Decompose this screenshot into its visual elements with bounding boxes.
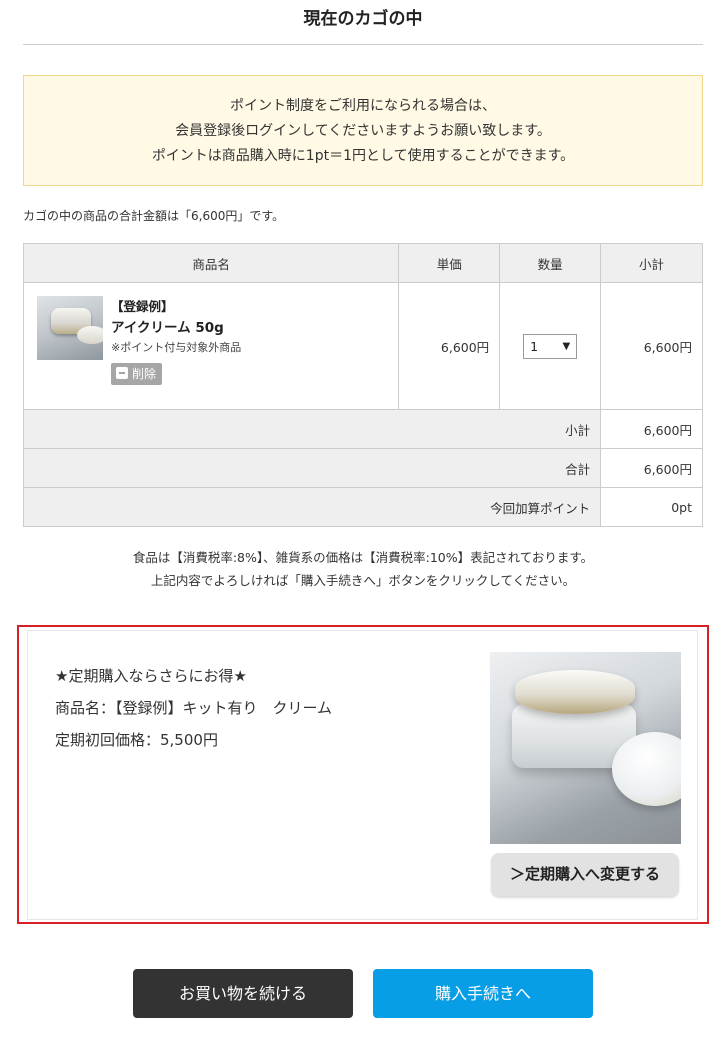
checkout-button[interactable]: 購入手続きへ bbox=[373, 969, 593, 1018]
item-cell: 【登録例】 アイクリーム 50g ※ポイント付与対象外商品 削除 bbox=[22, 282, 400, 410]
point-notice: ポイント制度をご利用になられる場合は、 会員登録後ログインしてくださいますようお… bbox=[23, 75, 703, 186]
summary-row-total: 合計 6,600円 bbox=[22, 448, 703, 488]
tax-note: 食品は【消費税率:8%】、雑貨系の価格は【消費税率:10%】表記されております。… bbox=[23, 546, 703, 592]
summary-total-value: 6,600円 bbox=[600, 448, 703, 488]
continue-shopping-button[interactable]: お買い物を続ける bbox=[133, 969, 353, 1018]
header-unit-price: 単価 bbox=[398, 243, 501, 283]
tax-note-line-1: 食品は【消費税率:8%】、雑貨系の価格は【消費税率:10%】表記されております。 bbox=[132, 550, 594, 565]
page-title: 現在のカゴの中 bbox=[23, 0, 703, 45]
quantity-select[interactable]: 1 ▼ bbox=[523, 333, 578, 359]
summary-points-label: 今回加算ポイント bbox=[22, 487, 602, 527]
summary-subtotal-value: 6,600円 bbox=[600, 409, 703, 449]
tax-note-line-2: 上記内容でよろしければ「購入手続きへ」ボタンをクリックしてください。 bbox=[150, 573, 576, 588]
minus-icon bbox=[116, 367, 128, 379]
notice-line-1: ポイント制度をご利用になられる場合は、 bbox=[230, 98, 496, 114]
summary-row-subtotal: 小計 6,600円 bbox=[22, 409, 703, 449]
item-name[interactable]: アイクリーム 50g bbox=[111, 317, 241, 339]
item-unit-price: 6,600円 bbox=[398, 282, 501, 410]
notice-line-3: ポイントは商品購入時に1pt＝1円として使用することができます。 bbox=[151, 148, 575, 164]
qty-cell: 1 ▼ bbox=[499, 282, 602, 410]
header-quantity: 数量 bbox=[499, 243, 602, 283]
change-to-subscription-button[interactable]: ＞定期購入へ変更する bbox=[491, 853, 679, 896]
header-subtotal: 小計 bbox=[600, 243, 703, 283]
item-note: ※ポイント付与対象外商品 bbox=[111, 341, 242, 354]
promo-headline: ★定期購入ならさらにお得★ bbox=[55, 667, 247, 685]
summary-total-label: 合計 bbox=[22, 448, 602, 488]
item-tag: 【登録例】 bbox=[111, 299, 174, 314]
quantity-value: 1 bbox=[530, 338, 539, 354]
promo-text: ★定期購入ならさらにお得★ 商品名：【登録例】キット有り クリーム 定期初回価格… bbox=[55, 660, 332, 756]
promo-price: 定期初回価格：5,500円 bbox=[55, 731, 218, 749]
delete-label: 削除 bbox=[132, 367, 157, 381]
promo-product: 商品名：【登録例】キット有り クリーム bbox=[55, 699, 333, 717]
notice-line-2: 会員登録後ログインしてくださいますようお願い致します。 bbox=[175, 123, 551, 139]
table-row: 【登録例】 アイクリーム 50g ※ポイント付与対象外商品 削除 6,600円 … bbox=[22, 282, 703, 410]
product-thumbnail[interactable] bbox=[37, 296, 103, 360]
item-info: 【登録例】 アイクリーム 50g ※ポイント付与対象外商品 削除 bbox=[111, 297, 241, 385]
header-product-name: 商品名 bbox=[22, 243, 400, 283]
summary-subtotal-label: 小計 bbox=[22, 409, 602, 449]
item-subtotal: 6,600円 bbox=[600, 282, 703, 410]
summary-points-value: 0pt bbox=[600, 487, 703, 527]
delete-button[interactable]: 削除 bbox=[111, 363, 163, 385]
table-header-row: 商品名 単価 数量 小計 bbox=[22, 243, 703, 283]
cart-table: 商品名 単価 数量 小計 【登録例】 アイクリーム 50g ※ポイント付与対象外… bbox=[22, 243, 703, 527]
cart-total-note: カゴの中の商品の合計金額は「6,600円」です。 bbox=[23, 209, 285, 223]
caret-down-icon: ▼ bbox=[562, 340, 571, 352]
promo-product-image bbox=[490, 652, 681, 844]
summary-row-points: 今回加算ポイント 0pt bbox=[22, 487, 703, 527]
